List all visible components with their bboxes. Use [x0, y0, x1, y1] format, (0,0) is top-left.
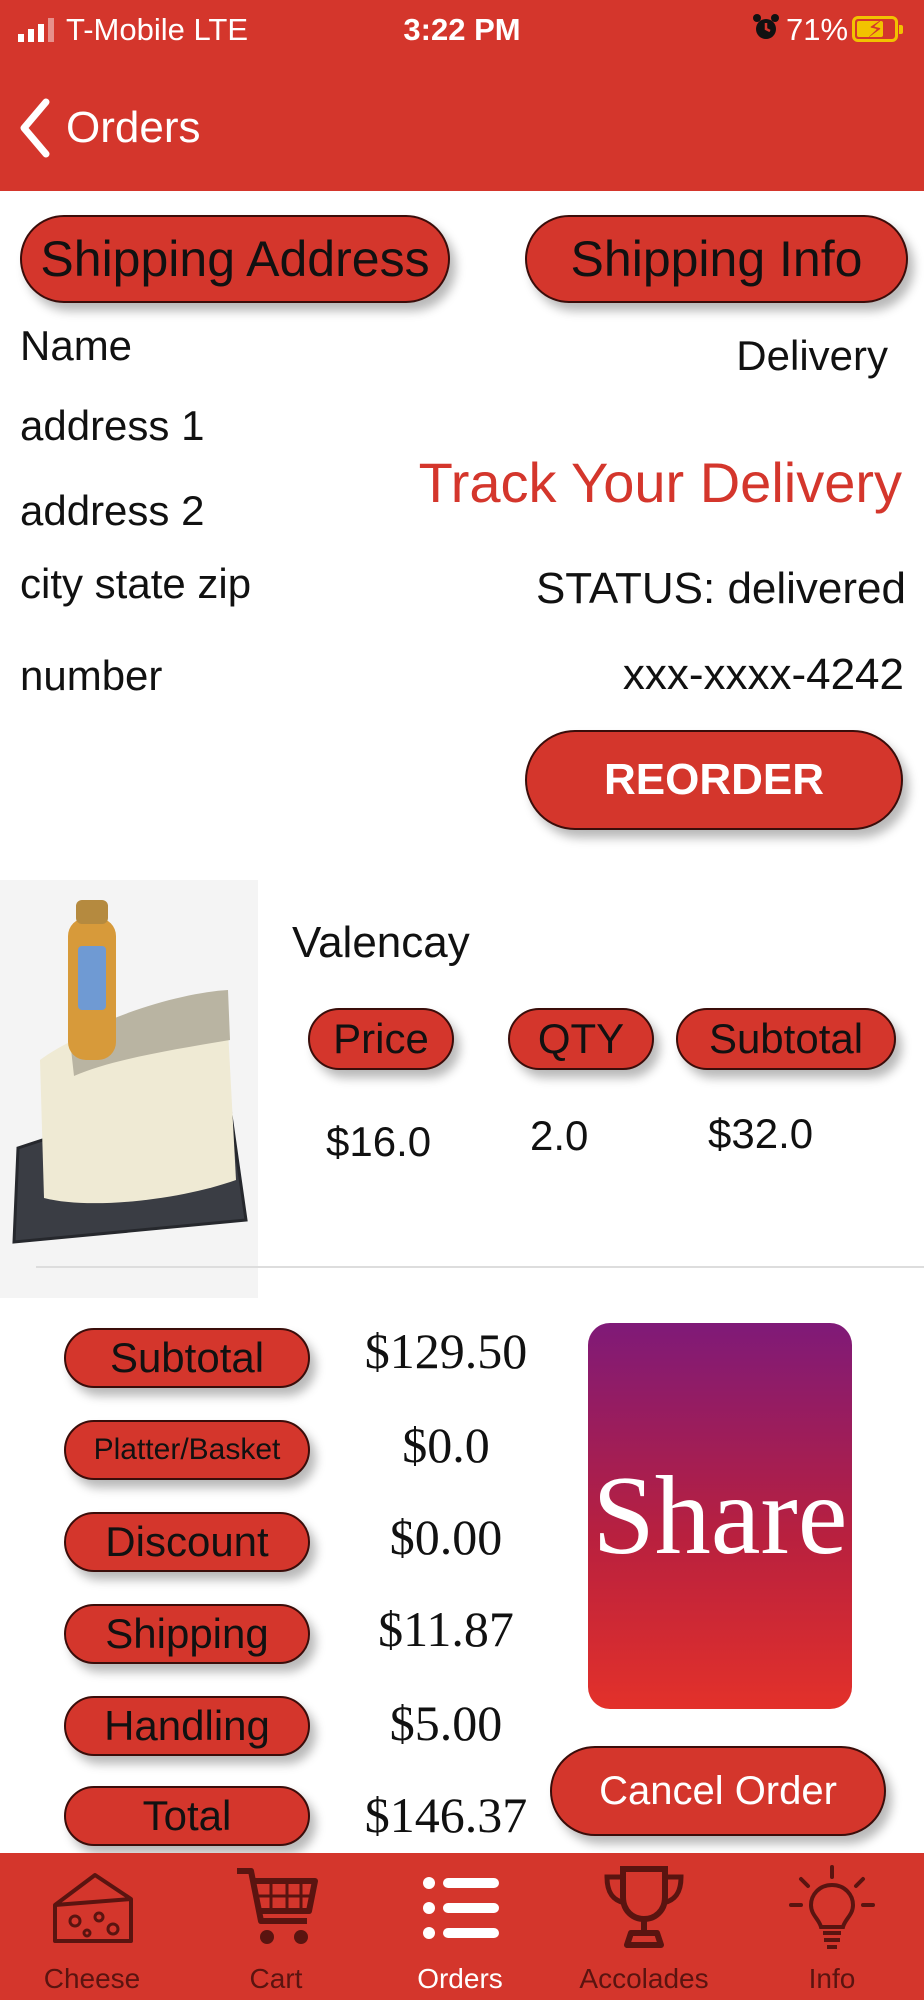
cheese-icon	[53, 1873, 133, 1943]
shipping-method: Delivery	[736, 332, 888, 379]
subtotal-value: $129.50	[364, 1323, 528, 1379]
address-city-state-zip: city state zip	[20, 560, 252, 607]
tab-orders[interactable]: Orders	[368, 1853, 552, 2000]
product-image	[0, 880, 258, 1298]
tab-accolades[interactable]: Accolades	[552, 1853, 736, 2000]
phone-number: number	[20, 652, 163, 699]
trophy-icon	[604, 1866, 684, 1948]
chevron-left-icon	[20, 98, 50, 158]
total-value: $146.37	[364, 1787, 528, 1843]
track-delivery-link[interactable]: Track Your Delivery	[419, 450, 902, 515]
reorder-button[interactable]: REORDER	[525, 730, 903, 830]
battery-percent: 71%	[786, 12, 849, 47]
item-qty: 2.0	[530, 1112, 589, 1159]
address-line-2: address 2	[20, 487, 205, 534]
navigation-bar: Orders	[0, 62, 924, 191]
address-line-1: address 1	[20, 402, 205, 449]
subtotal-header: Subtotal	[676, 1008, 896, 1070]
back-label: Orders	[66, 103, 201, 152]
back-button[interactable]: Orders	[18, 98, 200, 158]
tab-orders-label: Orders	[417, 1963, 503, 1994]
alarm-icon	[752, 12, 780, 50]
handling-label: Handling	[64, 1696, 310, 1756]
item-name: Valencay	[292, 918, 470, 967]
subtotal-label: Subtotal	[64, 1328, 310, 1388]
tab-cart[interactable]: Cart	[184, 1853, 368, 2000]
handling-value: $5.00	[389, 1695, 503, 1751]
platter-basket-label: Platter/Basket	[64, 1420, 310, 1480]
lightbulb-icon	[789, 1865, 875, 1949]
tab-cheese[interactable]: Cheese	[0, 1853, 184, 2000]
discount-value: $0.00	[389, 1509, 503, 1565]
item-price: $16.0	[326, 1118, 432, 1165]
status-bar: T-Mobile LTE 3:22 PM 71% ⚡	[0, 0, 924, 62]
qty-header: QTY	[508, 1008, 654, 1070]
discount-label: Discount	[64, 1512, 310, 1572]
shipping-name: Name	[20, 322, 133, 369]
item-subtotal: $32.0	[708, 1110, 814, 1157]
cart-icon	[237, 1868, 318, 1944]
list-icon	[423, 1877, 499, 1939]
tab-info[interactable]: Info	[740, 1853, 924, 2000]
battery-charging-icon: ⚡	[852, 16, 903, 43]
tab-info-label: Info	[808, 1963, 856, 1994]
shipping-label: Shipping	[64, 1604, 310, 1664]
total-label: Total	[64, 1786, 310, 1846]
top-bar: T-Mobile LTE 3:22 PM 71% ⚡ Orders	[0, 0, 924, 191]
tab-cart-label: Cart	[249, 1963, 303, 1994]
shipping-info-button[interactable]: Shipping Info	[525, 215, 908, 303]
card-number: xxx-xxxx-4242	[622, 650, 904, 699]
tab-cheese-label: Cheese	[43, 1963, 141, 1994]
delivery-status: STATUS: delivered	[535, 564, 906, 613]
shipping-value: $11.87	[378, 1601, 514, 1657]
share-button[interactable]: Share	[588, 1323, 852, 1709]
platter-basket-value: $0.0	[402, 1417, 490, 1473]
price-header: Price	[308, 1008, 454, 1070]
tab-bar: Cheese Cart Orders Accolades Info	[0, 1853, 924, 2000]
shipping-address-button[interactable]: Shipping Address	[20, 215, 450, 303]
cancel-order-button[interactable]: Cancel Order	[550, 1746, 886, 1836]
share-label: Share	[592, 1453, 848, 1578]
tab-accolades-label: Accolades	[579, 1963, 709, 1994]
section-divider	[36, 1266, 924, 1268]
